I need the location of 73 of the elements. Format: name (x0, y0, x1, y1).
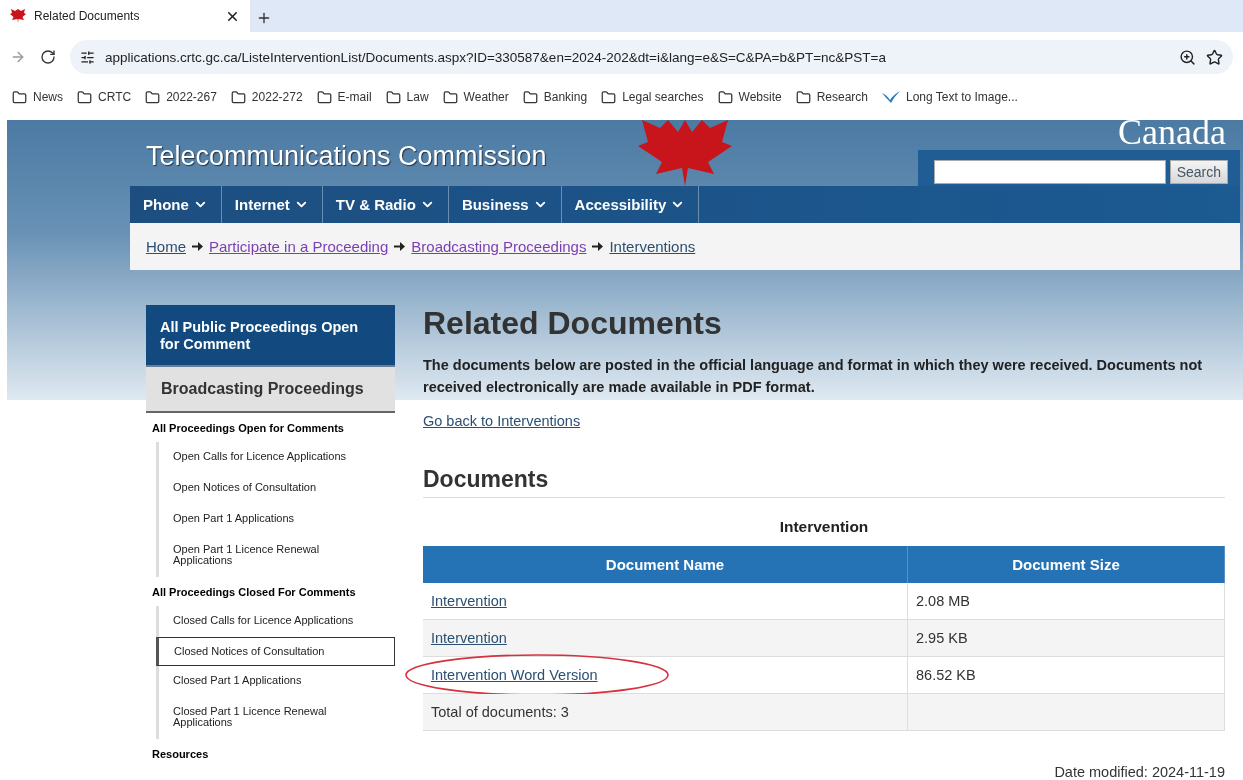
bookmark[interactable]: 2022-267 (145, 89, 217, 105)
folder-icon (601, 89, 617, 105)
breadcrumb-link[interactable]: Home (146, 238, 186, 255)
maple-leaf-icon (10, 9, 26, 23)
sidebar-group-title: Resources (151, 747, 210, 763)
bookmark[interactable]: Law (385, 89, 429, 105)
document-link[interactable]: Intervention (431, 592, 507, 609)
address-bar[interactable]: applications.crtc.gc.ca/ListeInterventionList/Documents.aspx?ID=330587&en=2024-202&dt=i&lang=e&S=C&PA=b&PT=nc&PST=a (70, 40, 1233, 74)
page-heading: Related Documents (423, 305, 723, 342)
arrow-right-icon (592, 242, 604, 251)
folder-icon (442, 89, 458, 105)
arrow-right-icon (192, 242, 203, 251)
tab-title: Related Documents (34, 9, 141, 23)
document-link[interactable]: Intervention Word Version (431, 666, 598, 683)
bookmark[interactable]: Long Text to Image... (882, 90, 1018, 104)
forward-icon[interactable] (10, 49, 26, 65)
back-link[interactable]: Go back to Interventions (423, 412, 581, 429)
table-cell: 86.52 KB (908, 656, 1225, 694)
column-header: Document Size (908, 545, 1225, 583)
star-icon[interactable] (1206, 48, 1223, 66)
folder-icon (385, 89, 401, 105)
folder-icon (145, 89, 161, 105)
table-cell: Total of documents: 3 (423, 693, 908, 731)
reload-icon[interactable] (40, 49, 56, 65)
breadcrumb-link[interactable]: Interventions (609, 238, 696, 255)
folder-icon (230, 89, 246, 105)
bookmark[interactable]: 2022-272 (230, 89, 303, 105)
table-caption: Intervention (778, 517, 870, 536)
bookmark[interactable]: News (12, 89, 63, 105)
site-info-icon[interactable] (80, 49, 95, 65)
bookmark[interactable]: Legal searches (601, 89, 704, 105)
bookmark[interactable]: CRTC (77, 89, 132, 105)
new-tab-icon[interactable] (256, 10, 272, 26)
intro-paragraph: The documents below are posted in the official language and format in which they were received. Documents not received electronically are made available in PDF format. (423, 356, 1204, 398)
table-cell: 2.95 KB (908, 619, 1225, 657)
search-field[interactable] (934, 160, 1166, 184)
bookmark[interactable]: Research (795, 89, 868, 105)
site-title: Telecommunications Commission (145, 141, 547, 173)
sidebar-link[interactable]: Closed Notices of Consultation (156, 637, 395, 667)
sidebar-heading[interactable]: All Public Proceedings Open for Comment (146, 305, 395, 368)
table-cell: 2.08 MB (908, 582, 1225, 620)
folder-icon (522, 89, 538, 105)
bookmark[interactable]: E-mail (316, 89, 372, 105)
folder-icon (316, 89, 332, 105)
document-link[interactable]: Intervention (431, 629, 507, 646)
zoom-icon[interactable] (1179, 48, 1196, 66)
bookmark[interactable]: Weather (442, 89, 509, 105)
bookmark[interactable]: Website (717, 89, 782, 105)
date-modified: Date modified: 2024-11-19 (1054, 764, 1225, 780)
sidebar-link[interactable]: Closed Calls for Licence Applications (159, 606, 395, 638)
breadcrumb-link[interactable]: Participate in a Proceeding (209, 238, 389, 255)
sidebar-group-title: All Proceedings Closed For Comments (151, 585, 357, 601)
sidebar-link[interactable]: Open Part 1 Applications (159, 504, 395, 536)
sidebar-link[interactable]: Closed Part 1 Applications (159, 666, 395, 698)
sidebar-link[interactable]: Open Notices of Consultation (159, 473, 395, 505)
folder-icon (795, 89, 811, 105)
search-button[interactable]: Search (1169, 160, 1228, 184)
section-heading: Documents (423, 465, 1225, 498)
sidebar-group-title: All Proceedings Open for Comments (151, 421, 345, 437)
arrow-right-icon (394, 242, 406, 251)
url-text: applications.crtc.gc.ca/ListeInterventionList/Documents.aspx?ID=330587&en=2024-202&dt=i&lang=e&S=C&PA=b&PT=nc&PST=a (105, 49, 887, 65)
wordmark: Canada (1118, 114, 1226, 150)
sidebar-link[interactable]: Open Calls for Licence Applications (159, 442, 395, 474)
sidebar-link[interactable]: Open Part 1 Licence Renewal Applications (159, 535, 395, 578)
column-header: Document Name (423, 545, 908, 583)
bookmark[interactable]: Banking (522, 89, 588, 105)
folder-icon (77, 89, 92, 105)
sidebar-link[interactable]: Closed Part 1 Licence Renewal Applications (159, 697, 395, 740)
breadcrumb-link[interactable]: Broadcasting Proceedings (411, 238, 587, 255)
folder-icon (717, 89, 733, 105)
browser-tab[interactable]: Related Documents (0, 0, 250, 32)
folder-icon (12, 89, 27, 105)
sidebar-section[interactable]: Broadcasting Proceedings (146, 367, 395, 414)
